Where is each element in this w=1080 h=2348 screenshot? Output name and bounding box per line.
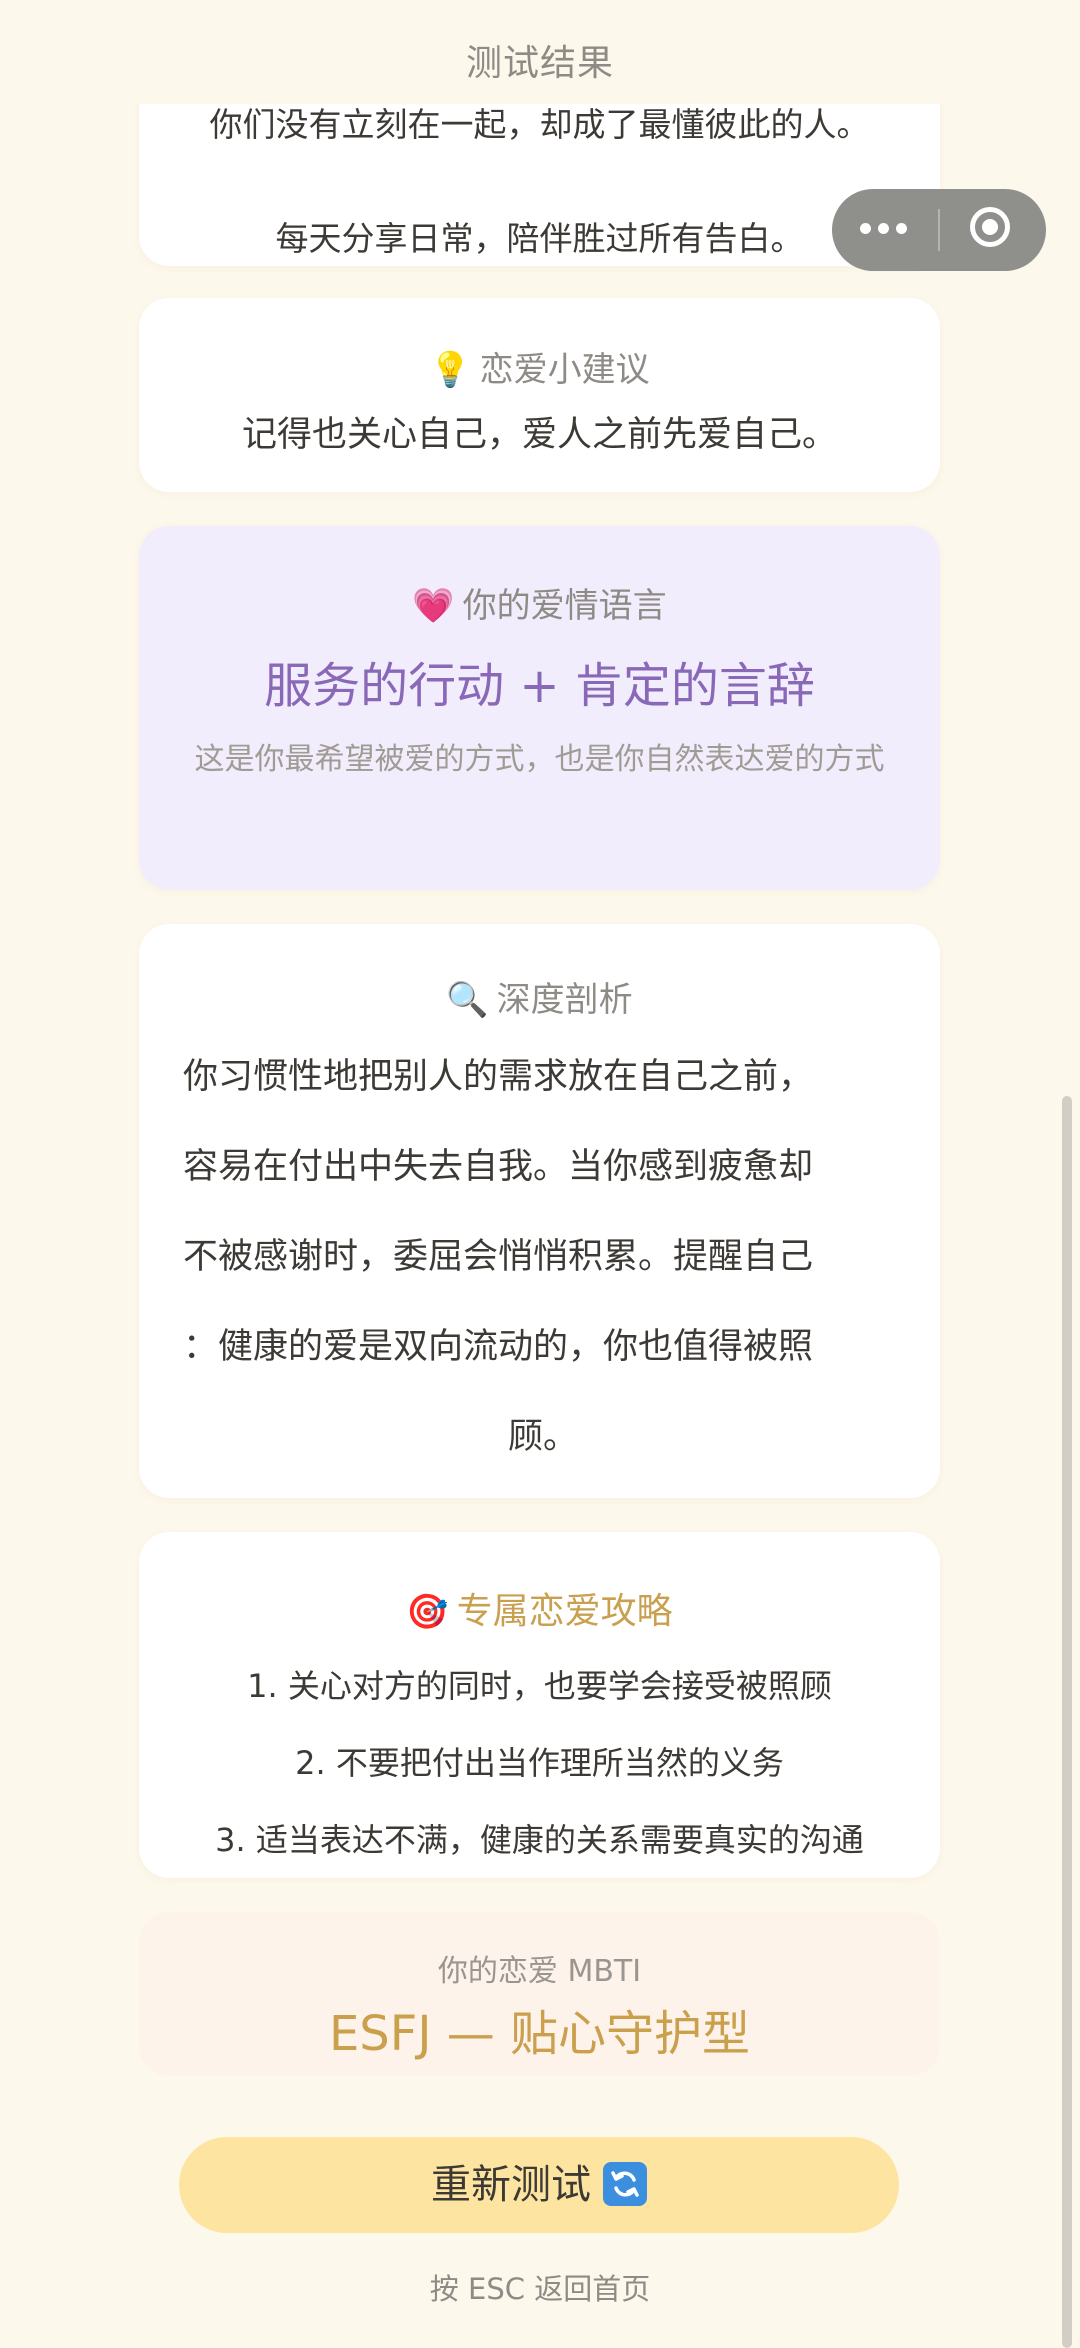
love-language-description: 这是你最希望被爱的方式，也是你自然表达爱的方式 — [194, 742, 885, 777]
list-item: 2. 不要把付出当作理所当然的义务 — [295, 1744, 784, 1782]
more-dot — [878, 223, 889, 234]
love-strategy-title: 🎯 专属恋爱攻略 — [139, 1582, 940, 1634]
retest-button[interactable]: 重新测试 — [179, 2137, 899, 2233]
mbti-label: 你的恋爱 MBTI — [437, 1954, 642, 1989]
list-item: 3. 适当表达不满，健康的关系需要真实的沟通 — [215, 1821, 864, 1859]
story-line: 每天分享日常，陪伴胜过所有告白。 — [275, 219, 804, 258]
heart-icon: 💗 — [412, 586, 455, 626]
analysis-line: 容易在付出中失去自我。当你感到疲惫却 — [183, 1147, 814, 1187]
close-button[interactable] — [940, 189, 1046, 271]
love-language-headline: 服务的行动 + 肯定的言辞 — [264, 658, 815, 714]
target-icon: 🎯 — [406, 1592, 449, 1632]
love-language-title-text: 你的爱情语言 — [462, 586, 667, 626]
retest-button-label: 重新测试 — [431, 2162, 591, 2208]
love-tip-card: 💡 恋爱小建议 记得也关心自己，爱人之前先爱自己。 — [139, 298, 940, 492]
list-item: 1. 关心对方的同时，也要学会接受被照顾 — [247, 1667, 832, 1705]
esc-hint: 按 ESC 返回首页 — [429, 2272, 651, 2306]
target-close-icon-core — [982, 219, 998, 235]
analysis-line: ：健康的爱是双向流动的，你也值得被照 — [183, 1327, 814, 1367]
deep-analysis-card: 🔍 深度剖析 你习惯性地把别人的需求放在自己之前， 容易在付出中失去自我。当你感到… — [139, 924, 940, 1498]
more-dot — [896, 223, 907, 234]
more-button[interactable] — [832, 189, 938, 271]
analysis-line: 不被感谢时，委屈会悄悄积累。提醒自己 — [183, 1237, 814, 1277]
love-strategy-card: 🎯 专属恋爱攻略 1. 关心对方的同时，也要学会接受被照顾 2. 不要把付出当作理… — [139, 1532, 940, 1878]
love-strategy-title-text: 专属恋爱攻略 — [456, 1591, 673, 1632]
scrollbar[interactable] — [1062, 1096, 1072, 2348]
love-tip-title-text: 恋爱小建议 — [479, 350, 650, 390]
deep-analysis-text: 你习惯性地把别人的需求放在自己之前， 容易在付出中失去自我。当你感到疲惫却 不被… — [183, 1032, 903, 1482]
refresh-icon — [603, 2162, 647, 2206]
love-strategy-list: 1. 关心对方的同时，也要学会接受被照顾 2. 不要把付出当作理所当然的义务 3… — [139, 1648, 940, 1879]
love-tip-title: 💡 恋爱小建议 — [139, 342, 940, 391]
mini-program-capsule — [832, 189, 1046, 271]
analysis-line: 你习惯性地把别人的需求放在自己之前， — [183, 1057, 814, 1097]
mbti-card: 你的恋爱 MBTI ESFJ — 贴心守护型 — [139, 1912, 940, 2076]
mbti-type: ESFJ — 贴心守护型 — [328, 2006, 751, 2062]
lightbulb-icon: 💡 — [429, 350, 472, 390]
magnifier-icon: 🔍 — [446, 980, 489, 1020]
page-header: 测试结果 — [0, 0, 1080, 104]
story-line: 你们没有立刻在一起，却成了最懂彼此的人。 — [209, 105, 870, 144]
love-tip-body: 记得也关心自己，爱人之前先爱自己。 — [241, 415, 837, 455]
analysis-line: 顾。 — [507, 1417, 578, 1457]
love-language-card: 💗 你的爱情语言 服务的行动 + 肯定的言辞 这是你最希望被爱的方式，也是你自然表… — [139, 526, 940, 890]
love-language-title: 💗 你的爱情语言 — [139, 578, 940, 627]
deep-analysis-title-text: 深度剖析 — [496, 980, 633, 1020]
deep-analysis-title: 🔍 深度剖析 — [139, 972, 940, 1021]
page-title: 测试结果 — [465, 43, 614, 84]
more-dots-icon — [860, 223, 871, 234]
